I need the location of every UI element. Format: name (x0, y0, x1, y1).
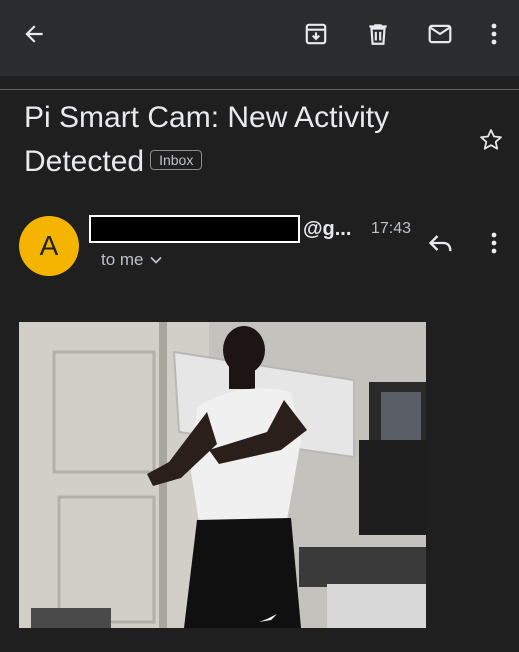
recipient-details-toggle[interactable]: to me (101, 248, 162, 272)
more-vert-icon (491, 232, 497, 254)
archive-button[interactable] (296, 14, 336, 54)
sender-email-domain: @g... (303, 218, 352, 240)
reply-icon (428, 235, 452, 252)
back-button[interactable] (14, 14, 54, 54)
top-app-bar (0, 0, 519, 76)
camera-snapshot-image[interactable] (19, 322, 426, 628)
message-more-button[interactable] (480, 228, 508, 258)
redacted-sender-name (89, 215, 300, 243)
mark-unread-button[interactable] (420, 14, 460, 54)
email-time: 17:43 (371, 220, 412, 237)
star-icon (480, 129, 502, 150)
reply-button[interactable] (426, 228, 456, 258)
email-subject: Pi Smart Cam: New Activity Detected Inbox (24, 96, 444, 184)
recipient-label: to me (101, 250, 144, 269)
more-options-button[interactable] (474, 14, 514, 54)
more-vert-icon (491, 23, 497, 45)
delete-button[interactable] (358, 14, 398, 54)
trash-icon (369, 24, 387, 45)
back-arrow-icon (25, 25, 43, 43)
mail-icon (428, 24, 452, 44)
subject-text: Pi Smart Cam: New Activity Detected (24, 101, 390, 178)
chevron-down-icon (149, 256, 162, 264)
star-button[interactable] (476, 125, 506, 155)
inbox-label-badge[interactable]: Inbox (150, 150, 203, 171)
archive-icon (305, 23, 327, 45)
sender-avatar[interactable]: A (19, 216, 79, 276)
header-divider (0, 89, 519, 90)
snapshot-illustration (19, 322, 426, 628)
